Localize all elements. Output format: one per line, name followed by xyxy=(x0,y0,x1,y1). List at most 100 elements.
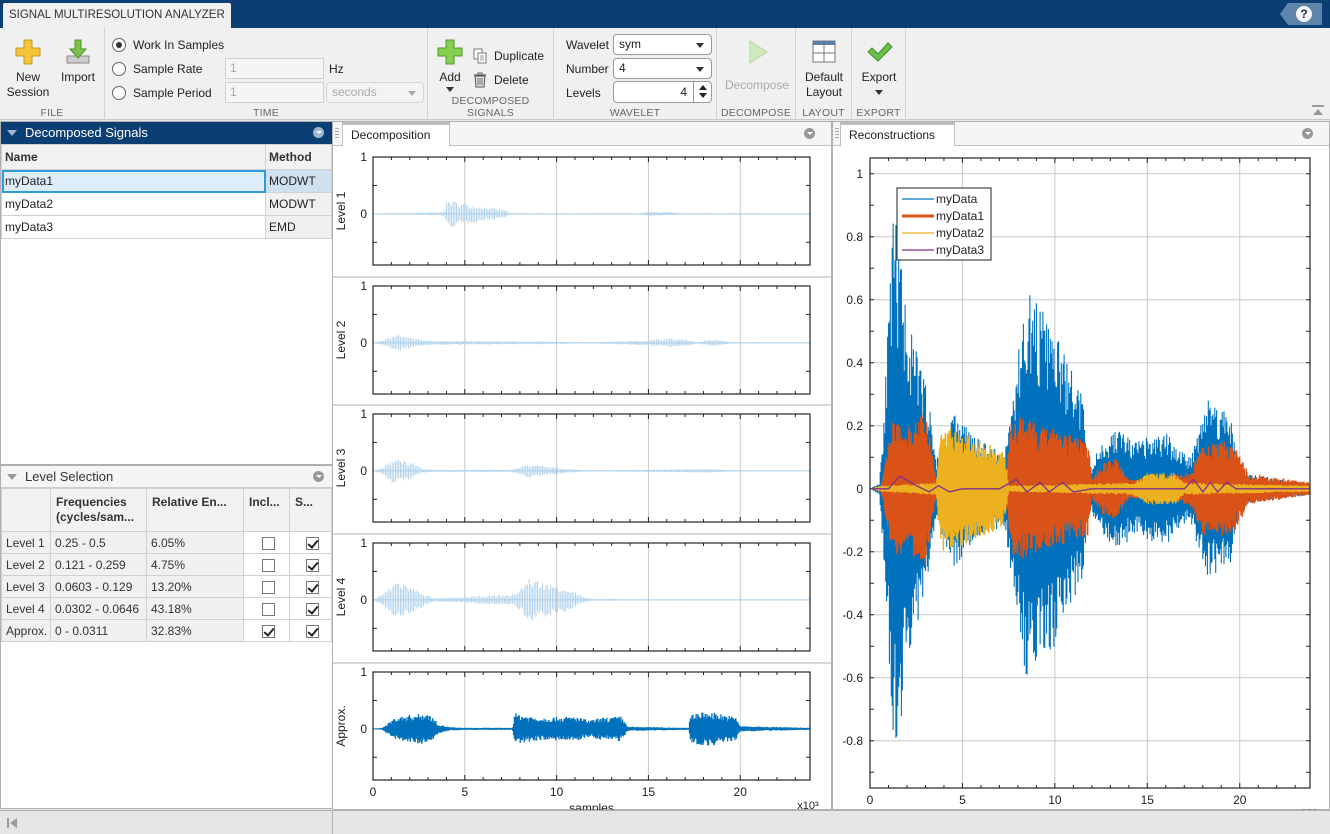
collapse-toolstrip-icon[interactable] xyxy=(1312,105,1324,115)
collapse-left-icon[interactable] xyxy=(6,817,18,829)
wavelet-section-label: WAVELET xyxy=(609,107,661,119)
chevron-down-icon xyxy=(408,91,416,96)
panel-options-icon[interactable] xyxy=(313,127,324,138)
table-row[interactable]: Level 4 0.0302 - 0.0646 43.18% xyxy=(1,597,332,620)
show-checkbox[interactable] xyxy=(306,580,319,594)
decomposition-plots[interactable]: 10Level 110Level 210Level 310Level 410Ap… xyxy=(333,146,832,810)
y-tick-label: 1 xyxy=(360,536,367,550)
new-session-label-line1: New xyxy=(15,70,40,84)
y-tick-label: 1 xyxy=(360,407,367,421)
decompose-button[interactable]: Decompose xyxy=(721,38,793,93)
reconstructions-plot[interactable]: 10.80.60.40.20-0.2-0.4-0.6-0.805101520sa… xyxy=(833,146,1330,810)
y-tick-label: 0.4 xyxy=(846,356,863,370)
collapse-triangle-icon[interactable] xyxy=(7,474,17,480)
y-tick-label: 1 xyxy=(856,167,863,181)
drag-grip-icon[interactable] xyxy=(835,128,839,140)
radio-unselected[interactable] xyxy=(112,86,126,100)
panel-options-icon[interactable] xyxy=(1302,128,1313,139)
panel-options-icon[interactable] xyxy=(313,471,324,482)
table-row[interactable]: Approx. 0 - 0.0311 32.83% xyxy=(1,619,332,642)
export-button[interactable]: Export xyxy=(856,38,902,95)
legend: myData myData1 myData2 myData3 xyxy=(896,187,992,261)
radio-selected[interactable] xyxy=(112,38,126,52)
column-header-method[interactable]: Method xyxy=(265,144,332,170)
add-button[interactable]: Add xyxy=(434,38,466,92)
table-row[interactable]: Level 1 0.25 - 0.5 6.05% xyxy=(1,531,332,554)
include-cell xyxy=(243,597,290,620)
title-bar: SIGNAL MULTIRESOLUTION ANALYZER ? xyxy=(0,0,1330,28)
legend-entry: myData3 xyxy=(936,243,984,257)
sample-rate-radio[interactable]: Sample Rate xyxy=(112,60,202,78)
show-cell xyxy=(289,619,332,642)
delete-button[interactable]: Delete xyxy=(472,72,529,88)
column-header-include[interactable]: Incl... xyxy=(243,488,290,532)
include-cell xyxy=(243,619,290,642)
plot-area xyxy=(373,543,810,651)
duplicate-button[interactable]: Duplicate xyxy=(472,48,544,64)
signal-name[interactable]: myData3 xyxy=(1,215,266,239)
layout-section-label: LAYOUT xyxy=(802,107,845,119)
show-checkbox[interactable] xyxy=(306,602,319,616)
import-label: Import xyxy=(60,70,95,84)
decomposed-signals-table: Name Method myData1 MODWT myData2 MODWT my… xyxy=(1,144,332,239)
show-checkbox[interactable] xyxy=(306,558,319,572)
sample-rate-input[interactable]: 1 xyxy=(225,58,324,79)
include-checkbox[interactable] xyxy=(262,624,275,638)
export-label: Export xyxy=(861,70,897,84)
levels-spinner[interactable]: 4 xyxy=(613,81,712,103)
y-tick-label: -0.4 xyxy=(842,608,863,622)
freq-header-line1: Frequencies xyxy=(56,495,127,509)
drag-grip-icon[interactable] xyxy=(335,128,339,140)
sample-period-unit-dropdown[interactable]: seconds xyxy=(326,82,424,103)
column-header-relative-energy[interactable]: Relative En... xyxy=(146,488,244,532)
levels-value[interactable]: 4 xyxy=(680,85,687,99)
show-cell xyxy=(289,575,332,598)
table-row[interactable]: myData3 EMD xyxy=(1,215,332,239)
new-session-button[interactable]: New Session xyxy=(4,38,52,100)
wavelet-dropdown[interactable]: sym xyxy=(613,34,712,55)
show-checkbox[interactable] xyxy=(306,624,319,638)
chevron-down-icon[interactable] xyxy=(699,93,707,98)
panel-options-icon[interactable] xyxy=(804,128,815,139)
level-relative-energy: 4.75% xyxy=(146,553,244,576)
x-tick-label: 20 xyxy=(734,785,748,799)
tab-reconstructions[interactable]: Reconstructions xyxy=(840,122,955,146)
include-checkbox[interactable] xyxy=(262,558,275,572)
column-header-frequencies[interactable]: Frequencies (cycles/sam... xyxy=(50,488,147,532)
table-row[interactable]: myData2 MODWT xyxy=(1,192,332,216)
reconstructions-panel: Reconstructions 1 0.8 0.6 0.4 0.2 0 -0.2 -0.4 -0… xyxy=(832,121,1330,810)
default-layout-button[interactable]: Default Layout xyxy=(798,38,850,100)
tab-decomposition[interactable]: Decomposition xyxy=(342,122,450,146)
number-dropdown[interactable]: 4 xyxy=(613,58,712,79)
column-header-name[interactable]: Name xyxy=(1,144,266,170)
show-checkbox[interactable] xyxy=(306,536,319,550)
default-layout-label-line2: Layout xyxy=(805,85,843,99)
table-row[interactable]: myData1 MODWT xyxy=(1,169,332,193)
level-frequencies: 0.121 - 0.259 xyxy=(50,553,147,576)
work-in-samples-radio[interactable]: Work In Samples xyxy=(112,36,224,54)
app-tab[interactable]: SIGNAL MULTIRESOLUTION ANALYZER xyxy=(3,3,231,28)
radio-unselected[interactable] xyxy=(112,62,126,76)
sample-period-label: Sample Period xyxy=(133,86,212,100)
chevron-up-icon[interactable] xyxy=(699,85,707,90)
table-row[interactable]: Level 3 0.0603 - 0.129 13.20% xyxy=(1,575,332,598)
play-icon xyxy=(749,40,768,64)
status-bar xyxy=(0,810,1330,834)
sample-period-radio[interactable]: Sample Period xyxy=(112,84,212,102)
column-header-show[interactable]: S... xyxy=(289,488,332,532)
signal-name[interactable]: myData2 xyxy=(1,192,266,216)
include-checkbox[interactable] xyxy=(262,602,275,616)
include-checkbox[interactable] xyxy=(262,580,275,594)
y-tick-label: 0 xyxy=(360,722,367,736)
level-relative-energy: 43.18% xyxy=(146,597,244,620)
table-row[interactable]: Level 2 0.121 - 0.259 4.75% xyxy=(1,553,332,576)
help-button[interactable]: ? xyxy=(1280,3,1322,25)
spinner-buttons[interactable] xyxy=(693,82,711,102)
include-checkbox[interactable] xyxy=(262,536,275,550)
chevron-down-icon xyxy=(696,43,704,48)
collapse-triangle-icon[interactable] xyxy=(7,130,17,136)
sample-period-input[interactable]: 1 xyxy=(225,82,324,103)
signal-name[interactable]: myData1 xyxy=(1,169,266,193)
level-name: Level 4 xyxy=(1,597,51,620)
import-button[interactable]: Import xyxy=(56,38,100,85)
